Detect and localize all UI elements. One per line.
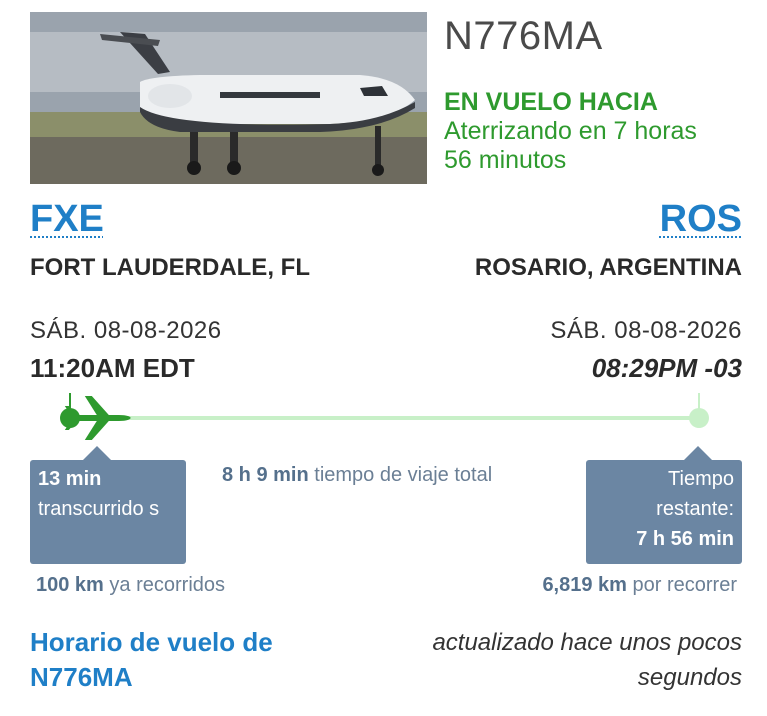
left-value: 6,819 km xyxy=(542,574,627,596)
airplane-icon xyxy=(64,396,131,440)
arrival-time: 08:29PM -03 xyxy=(591,353,742,383)
covered-value: 100 km xyxy=(36,574,104,596)
distance-remaining: 6,819 km por recorrer xyxy=(542,574,737,597)
destination-marker xyxy=(689,408,709,428)
flight-progress-track xyxy=(60,393,709,440)
remaining-time-box: Tiempo restante: 7 h 56 min xyxy=(586,446,742,564)
flight-schedule-link[interactable]: Horario de vuelo de N776MA xyxy=(30,625,320,695)
eta-text: Aterrizando en 7 horas 56 minutos xyxy=(444,117,697,174)
destination-city: ROSARIO, ARGENTINA xyxy=(474,254,742,281)
jet-image xyxy=(30,12,427,184)
total-travel-time: 8 h 9 min tiempo de viaje total xyxy=(222,464,492,487)
flight-status: EN VUELO HACIA xyxy=(444,88,658,116)
distance-covered: 100 km ya recorridos xyxy=(36,574,225,597)
total-value: 8 h 9 min xyxy=(222,464,309,486)
elapsed-value: 13 min xyxy=(38,468,102,490)
destination-code-link[interactable]: ROS xyxy=(660,198,742,241)
total-label: tiempo de viaje total xyxy=(314,464,493,486)
remaining-label: Tiempo restante: xyxy=(656,468,734,520)
departure-time: 11:20AM EDT xyxy=(30,353,195,383)
left-label: por recorrer xyxy=(632,574,737,596)
elapsed-time-box: 13 min transcurrido s xyxy=(30,446,186,564)
origin-code-link[interactable]: FXE xyxy=(30,198,104,241)
remaining-value: 7 h 56 min xyxy=(636,528,734,550)
aircraft-photo xyxy=(30,12,427,184)
tail-number: N776MA xyxy=(444,14,603,58)
covered-label: ya recorridos xyxy=(109,574,226,596)
elapsed-label: transcurrido s xyxy=(38,498,160,520)
last-updated-text: actualizado hace unos pocos segundos xyxy=(432,629,742,691)
origin-city: FORT LAUDERDALE, FL xyxy=(30,254,310,281)
origin-date: SÁB. 08-08-2026 xyxy=(30,317,222,344)
destination-date: SÁB. 08-08-2026 xyxy=(550,317,742,344)
